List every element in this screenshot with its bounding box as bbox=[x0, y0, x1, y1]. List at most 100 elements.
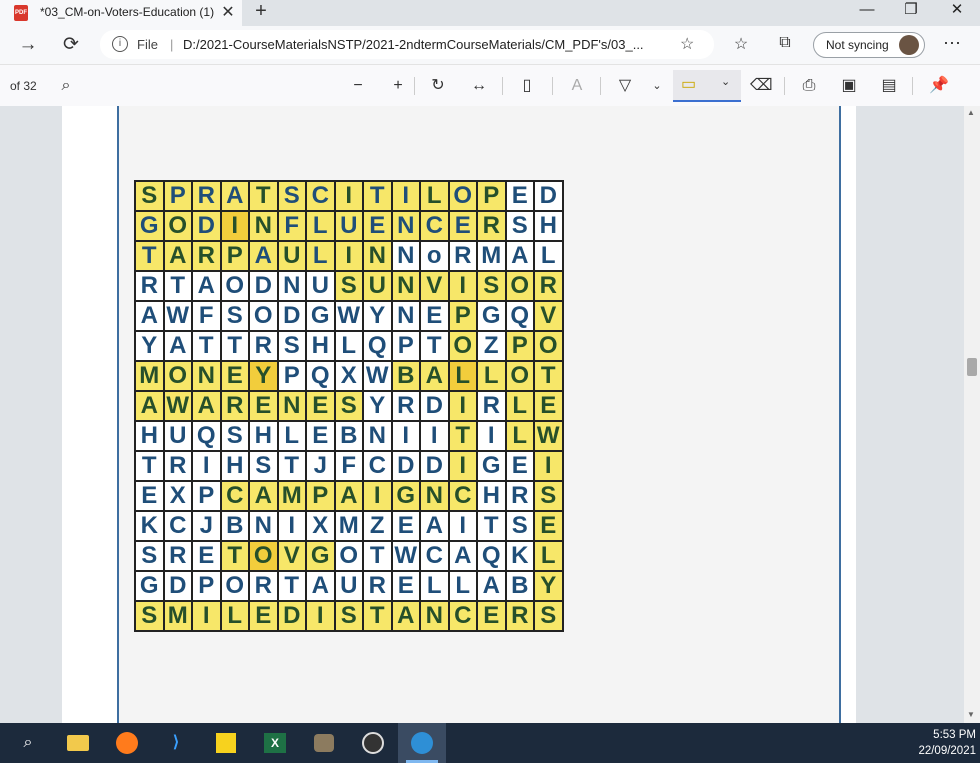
profile-sync-button[interactable]: Not syncing bbox=[813, 32, 925, 58]
more-menu-button[interactable]: ··· bbox=[938, 32, 966, 58]
browser-tab[interactable]: PDF *03_CM-on-Voters-Education (1) ✕ bbox=[0, 0, 242, 26]
grid-row: AWFSODGWYNEPGQV bbox=[134, 300, 564, 332]
grid-cell: F bbox=[276, 210, 307, 242]
grid-cell: U bbox=[276, 240, 307, 272]
tab-close-icon[interactable]: ✕ bbox=[220, 2, 236, 22]
add-favorite-icon[interactable]: ☆ bbox=[680, 34, 694, 54]
sticky-notes-icon[interactable] bbox=[212, 729, 240, 757]
grid-cell: U bbox=[333, 570, 364, 602]
restore-button[interactable]: ❐ bbox=[888, 0, 934, 22]
system-clock[interactable]: 5:53 PM 22/09/2021 bbox=[900, 727, 976, 759]
eraser-icon[interactable]: ⌫ bbox=[750, 75, 773, 97]
obs-icon[interactable] bbox=[359, 729, 387, 757]
navigation-bar: → ⟳ i File | D:/2021-CourseMaterialsNSTP… bbox=[0, 26, 980, 65]
grid-cell: A bbox=[248, 480, 279, 512]
search-icon[interactable]: ⌕ bbox=[14, 729, 42, 757]
pdf-file-icon: PDF bbox=[14, 5, 28, 21]
address-bar[interactable]: i File | D:/2021-CourseMaterialsNSTP/202… bbox=[100, 30, 714, 59]
save-icon[interactable]: ▣ bbox=[838, 75, 860, 97]
grid-cell: U bbox=[162, 420, 193, 452]
grid-cell: A bbox=[504, 240, 535, 272]
sync-label: Not syncing bbox=[826, 38, 889, 52]
grid-cell: P bbox=[305, 480, 336, 512]
chevron-down-icon[interactable]: ⌄ bbox=[721, 75, 730, 88]
grid-cell: O bbox=[447, 180, 478, 212]
grid-cell: S bbox=[134, 600, 165, 632]
grid-cell: S bbox=[533, 600, 564, 632]
grid-cell: L bbox=[276, 420, 307, 452]
gimp-icon[interactable] bbox=[310, 729, 338, 757]
grid-cell: E bbox=[248, 390, 279, 422]
grid-cell: I bbox=[333, 180, 364, 212]
grid-cell: A bbox=[191, 270, 222, 302]
url-text[interactable]: D:/2021-CourseMaterialsNSTP/2021-2ndterm… bbox=[183, 37, 644, 52]
grid-cell: I bbox=[191, 600, 222, 632]
grid-cell: P bbox=[447, 300, 478, 332]
read-aloud-icon[interactable]: A bbox=[566, 75, 588, 97]
grid-cell: L bbox=[476, 360, 507, 392]
file-explorer-icon[interactable] bbox=[64, 729, 92, 757]
vertical-scrollbar[interactable]: ▲ ▼ bbox=[964, 106, 980, 723]
fit-width-icon[interactable]: ↔ bbox=[468, 75, 490, 97]
grid-cell: I bbox=[390, 420, 421, 452]
print-icon[interactable]: ⎙ bbox=[798, 75, 820, 97]
zoom-out-icon[interactable]: − bbox=[348, 75, 368, 97]
grid-cell: R bbox=[476, 390, 507, 422]
vscode-icon[interactable]: ⟩ bbox=[162, 729, 190, 757]
grid-cell: O bbox=[162, 360, 193, 392]
grid-row: MONEYPQXWBALLOT bbox=[134, 360, 564, 392]
grid-cell: H bbox=[248, 420, 279, 452]
url-separator: | bbox=[170, 37, 174, 52]
scroll-up-icon[interactable]: ▲ bbox=[967, 108, 975, 117]
grid-cell: L bbox=[333, 330, 364, 362]
grid-cell: D bbox=[533, 180, 564, 212]
chevron-down-icon[interactable]: ⌄ bbox=[650, 75, 664, 97]
rotate-icon[interactable]: ↻ bbox=[428, 75, 448, 97]
grid-cell: I bbox=[447, 510, 478, 542]
highlighter-icon: ▭ bbox=[681, 76, 697, 93]
grid-cell: P bbox=[504, 330, 535, 362]
toolbar-divider bbox=[600, 77, 601, 95]
grid-cell: D bbox=[248, 270, 279, 302]
grid-row: YATTRSHLQPTOZPO bbox=[134, 330, 564, 362]
edge-taskbar-active[interactable] bbox=[398, 723, 446, 763]
refresh-icon[interactable]: ⟳ bbox=[58, 32, 84, 58]
grid-cell: W bbox=[162, 390, 193, 422]
grid-cell: N bbox=[390, 210, 421, 242]
grid-cell: E bbox=[504, 180, 535, 212]
grid-cell: E bbox=[219, 360, 250, 392]
grid-cell: M bbox=[162, 600, 193, 632]
zoom-in-icon[interactable]: + bbox=[388, 75, 408, 97]
file-label: File bbox=[137, 37, 158, 52]
grid-cell: Y bbox=[533, 570, 564, 602]
grid-row: AWARENESYRDIRLE bbox=[134, 390, 564, 422]
forward-arrow-icon[interactable]: → bbox=[15, 32, 41, 58]
grid-cell: R bbox=[162, 450, 193, 482]
close-window-button[interactable]: ✕ bbox=[934, 0, 980, 22]
grid-row: SMILEDISTANCERS bbox=[134, 600, 564, 632]
grid-cell: G bbox=[476, 450, 507, 482]
grid-cell: N bbox=[419, 480, 450, 512]
favorites-icon[interactable]: ☆ bbox=[730, 34, 752, 56]
info-icon[interactable]: i bbox=[112, 36, 128, 52]
pin-icon[interactable]: 📌 bbox=[926, 75, 952, 97]
firefox-icon[interactable] bbox=[113, 729, 141, 757]
scrollbar-thumb[interactable] bbox=[967, 358, 977, 376]
new-tab-button[interactable]: + bbox=[250, 0, 272, 24]
excel-icon[interactable]: X bbox=[261, 729, 289, 757]
minimize-button[interactable]: — bbox=[844, 0, 890, 22]
grid-cell: C bbox=[419, 540, 450, 572]
collections-icon[interactable]: ⧉ bbox=[774, 34, 796, 56]
highlight-button[interactable]: ▭ ⌄ bbox=[673, 70, 741, 102]
grid-cell: L bbox=[419, 570, 450, 602]
grid-cell: E bbox=[447, 210, 478, 242]
search-icon[interactable]: ⌕ bbox=[56, 75, 76, 97]
grid-cell: T bbox=[276, 570, 307, 602]
draw-icon[interactable]: ▽ bbox=[614, 75, 636, 97]
grid-cell: D bbox=[419, 390, 450, 422]
grid-cell: I bbox=[447, 270, 478, 302]
save-as-icon[interactable]: ▤ bbox=[878, 75, 900, 97]
grid-cell: E bbox=[390, 570, 421, 602]
page-view-icon[interactable]: ▯ bbox=[516, 75, 538, 97]
scroll-down-icon[interactable]: ▼ bbox=[967, 710, 975, 719]
